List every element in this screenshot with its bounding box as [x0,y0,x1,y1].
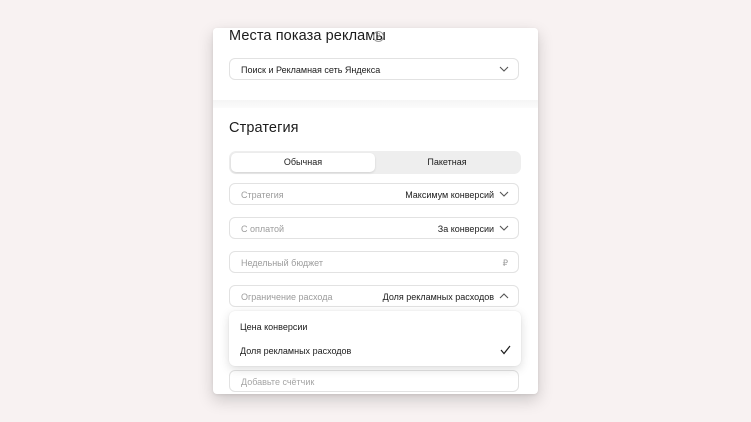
campaign-settings-panel: Места показа рекламы ? Поиск и Рекламная… [213,28,538,394]
dropdown-option-conversion-price[interactable]: Цена конверсии [240,322,307,332]
weekly-budget-placeholder: Недельный бюджет [241,258,323,268]
payment-select-label: С оплатой [241,224,284,234]
strategy-select[interactable]: Стратегия Максимум конверсий [229,183,519,205]
weekly-budget-input[interactable]: Недельный бюджет ₽ [229,251,519,273]
payment-select-value: За конверсии [437,224,494,234]
placements-title: Места показа рекламы [229,28,386,44]
chevron-up-icon [499,293,509,299]
checkmark-icon [500,345,511,355]
spend-limit-value: Доля рекламных расходов [382,292,494,302]
payment-select[interactable]: С оплатой За конверсии [229,217,519,239]
strategy-mode-toggle: Обычная Пакетная [229,151,521,174]
counter-placeholder: Добавьте счётчик [241,377,315,387]
placements-select[interactable]: Поиск и Рекламная сеть Яндекса [229,58,519,80]
section-divider [213,100,538,108]
strategy-title-text: Стратегия [229,120,299,136]
chevron-down-icon [499,225,509,231]
spend-limit-dropdown: Цена конверсии Доля рекламных расходов [229,311,521,366]
strategy-title: Стратегия [229,120,299,136]
chevron-down-icon [499,66,509,72]
counter-input[interactable]: Добавьте счётчик [229,370,519,392]
spend-limit-label: Ограничение расхода [241,292,333,302]
dropdown-option-ad-spend-share[interactable]: Доля рекламных расходов [240,346,351,356]
placements-title-text: Места показа рекламы [229,28,386,44]
chevron-down-icon [499,191,509,197]
spend-limit-select[interactable]: Ограничение расхода Доля рекламных расхо… [229,285,519,307]
placements-section: Места показа рекламы ? Поиск и Рекламная… [213,28,538,100]
strategy-select-label: Стратегия [241,190,284,200]
question-circle-icon[interactable]: ? [373,31,384,42]
ruble-icon: ₽ [502,258,508,268]
placements-select-value: Поиск и Рекламная сеть Яндекса [241,65,381,75]
tab-regular[interactable]: Обычная [231,153,375,172]
strategy-select-value: Максимум конверсий [405,190,494,200]
tab-batch[interactable]: Пакетная [375,153,519,172]
